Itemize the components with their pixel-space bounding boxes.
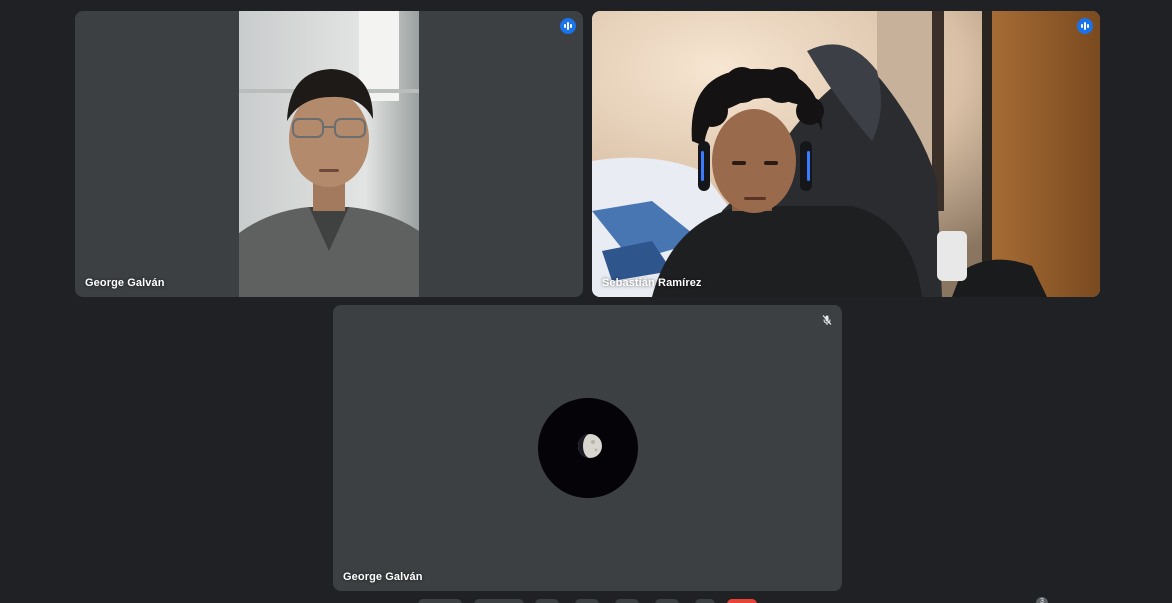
- camera-button[interactable]: [474, 599, 524, 603]
- participant-name: George Galván: [343, 571, 423, 583]
- participant-tile-2[interactable]: Sebastián Ramírez: [592, 11, 1100, 297]
- emoji-button[interactable]: [575, 599, 599, 603]
- audio-level-icon: [1081, 22, 1089, 30]
- meeting-stage: George Galván Sebastián Ramírez George G…: [0, 0, 1172, 603]
- speaking-indicator: [560, 18, 576, 34]
- control-bar: 3: [0, 597, 1172, 603]
- speaking-indicator: [1077, 18, 1093, 34]
- moon-avatar: [538, 398, 638, 498]
- mute-indicator: [820, 313, 834, 327]
- participant-count-badge[interactable]: 3: [1036, 597, 1048, 603]
- captions-button[interactable]: [535, 599, 559, 603]
- participant-name: Sebastián Ramírez: [602, 277, 702, 289]
- mic-off-icon: [822, 315, 832, 325]
- raise-hand-button[interactable]: [655, 599, 679, 603]
- more-options-button[interactable]: [695, 599, 715, 603]
- participant-video-1: [239, 11, 419, 297]
- mic-button[interactable]: [418, 599, 462, 603]
- audio-level-icon: [564, 22, 572, 30]
- participant-video-2: [592, 11, 1100, 297]
- present-button[interactable]: [615, 599, 639, 603]
- leave-call-button[interactable]: [727, 599, 757, 603]
- participant-tile-1[interactable]: George Galván: [75, 11, 583, 297]
- participant-avatar: [538, 398, 638, 498]
- participant-name: George Galván: [85, 277, 165, 289]
- participant-tile-3[interactable]: George Galván: [333, 305, 842, 591]
